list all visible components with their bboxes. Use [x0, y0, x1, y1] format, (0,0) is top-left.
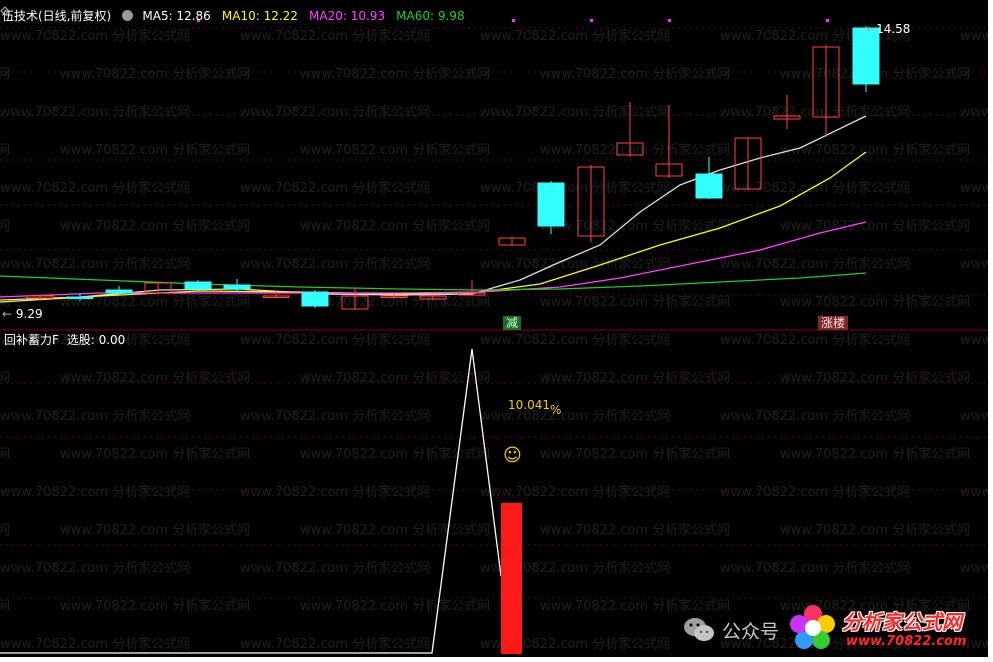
ma10-label: MA10: 12.22	[221, 9, 298, 23]
chart-window[interactable]: www.70822.com 分析家公式网 www.70822.com 分析家公式网…	[0, 0, 988, 657]
candle-body	[105, 289, 133, 294]
site-logo: 分析家公式网 www.70822.com	[788, 600, 978, 656]
pct-label: 10.041%	[508, 398, 562, 417]
wechat-icon	[684, 618, 714, 641]
app-root: www.70822.com 分析家公式网 www.70822.com 分析家公式网…	[0, 0, 993, 662]
candle-body	[66, 296, 94, 299]
high-price-label: ←14.58	[866, 22, 911, 36]
limit-up-signal-badge: 涨楼	[818, 316, 849, 330]
signal-marker	[590, 19, 593, 22]
select-value: 选股: 0.00	[66, 333, 126, 347]
signal-marker	[668, 19, 671, 22]
indicator-bar	[501, 503, 522, 654]
indicator-line	[0, 348, 502, 654]
collapse-icon[interactable]	[0, 6, 10, 16]
candle-body	[695, 173, 723, 199]
reduce-signal-badge: 减	[503, 316, 522, 330]
low-price-label: ← 9.29	[2, 307, 43, 321]
chart-title: 伍技术(日线,前复权)	[2, 9, 112, 23]
ma20-label: MA20: 10.93	[309, 9, 386, 23]
logo-title: 分析家公式网	[842, 610, 962, 634]
smiley-icon: ☺	[503, 445, 522, 466]
ma20-line	[0, 221, 867, 298]
signal-marker	[826, 19, 829, 22]
wechat-account: 公众号	[682, 610, 779, 650]
signal-marker	[512, 19, 515, 22]
logo-url: www.70822.com	[846, 634, 967, 649]
ma60-line	[0, 272, 867, 291]
ma5-line	[0, 115, 867, 301]
chart-legend: 伍技术(日线,前复权) MA5: 12.86 MA10: 12.22 MA20:…	[2, 5, 471, 23]
candle-body	[537, 182, 565, 227]
candle-body	[184, 281, 212, 290]
indicator-title: 回补蓄力F 选股: 0.00	[4, 333, 126, 347]
candle-body	[223, 284, 251, 290]
ma60-label: MA60: 9.98	[396, 9, 465, 23]
ma5-label: MA5: 12.86	[142, 9, 211, 23]
candle-body	[852, 27, 880, 85]
candle-body	[301, 291, 329, 307]
flower-logo-icon	[790, 605, 835, 649]
ma10-line	[0, 151, 867, 303]
